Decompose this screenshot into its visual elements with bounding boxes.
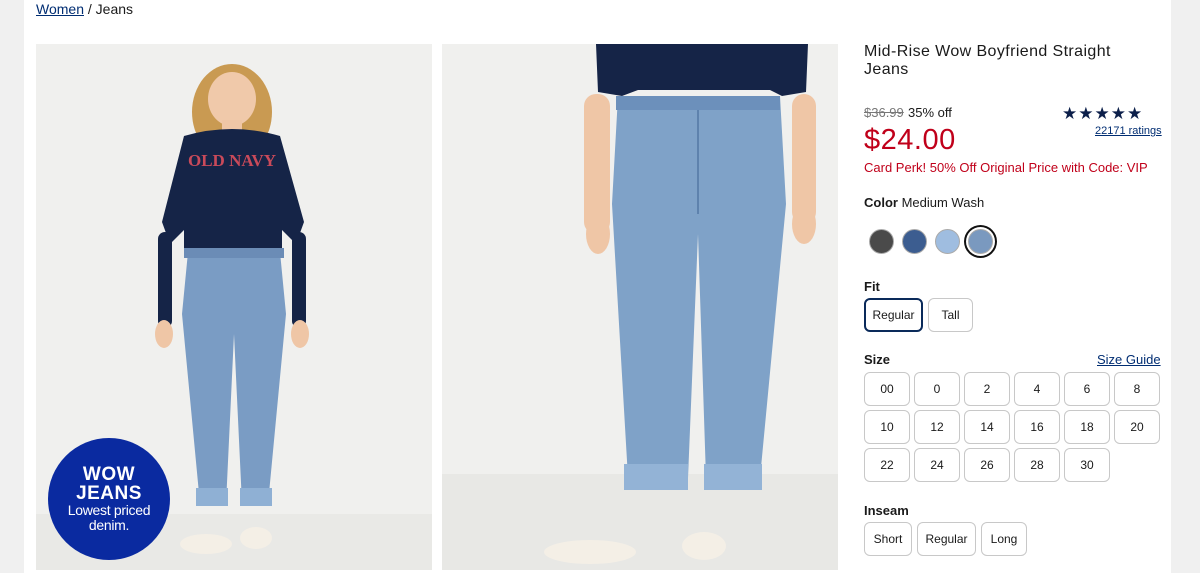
card-perk-message: Card Perk! 50% Off Original Price with C… bbox=[864, 160, 1148, 175]
size-button-2[interactable]: 2 bbox=[964, 372, 1010, 406]
inseam-long-button[interactable]: Long bbox=[981, 522, 1027, 556]
breadcrumb-separator: / bbox=[87, 1, 92, 17]
product-image-front[interactable]: OLD NAVY WOW JEANS Lowest priced denim. bbox=[36, 44, 432, 570]
size-button-10[interactable]: 10 bbox=[864, 410, 910, 444]
fit-regular-button[interactable]: Regular bbox=[864, 298, 923, 332]
product-page: Women / Jeans OLD NAVY WOW JEANS Lowest … bbox=[24, 0, 1171, 573]
product-image-closeup[interactable] bbox=[442, 44, 838, 570]
size-button-20[interactable]: 20 bbox=[1114, 410, 1160, 444]
color-selected-value: Medium Wash bbox=[901, 195, 985, 210]
size-button-24[interactable]: 24 bbox=[914, 448, 960, 482]
fit-tall-button[interactable]: Tall bbox=[928, 298, 973, 332]
sale-price: $24.00 bbox=[864, 124, 956, 156]
size-button-4[interactable]: 4 bbox=[1014, 372, 1060, 406]
breadcrumb-women-link[interactable]: Women bbox=[36, 1, 84, 17]
discount-label: 35% off bbox=[908, 105, 952, 120]
size-button-0[interactable]: 0 bbox=[914, 372, 960, 406]
size-button-8[interactable]: 8 bbox=[1114, 372, 1160, 406]
breadcrumb: Women / Jeans bbox=[36, 1, 133, 17]
size-button-16[interactable]: 16 bbox=[1014, 410, 1060, 444]
badge-line2: JEANS bbox=[76, 483, 142, 504]
swatch-light-wash[interactable] bbox=[935, 229, 960, 254]
size-button-26[interactable]: 26 bbox=[964, 448, 1010, 482]
swatch-charcoal[interactable] bbox=[869, 229, 894, 254]
breadcrumb-current: Jeans bbox=[95, 1, 134, 17]
swatch-dark-wash[interactable] bbox=[902, 229, 927, 254]
color-label-text: Color bbox=[864, 195, 898, 210]
swatch-medium-wash-selected[interactable] bbox=[968, 229, 993, 254]
inseam-label: Inseam bbox=[864, 503, 909, 518]
fit-label: Fit bbox=[864, 279, 880, 294]
product-title: Mid-Rise Wow Boyfriend Straight Jeans bbox=[864, 43, 1111, 78]
size-button-14[interactable]: 14 bbox=[964, 410, 1010, 444]
size-button-22[interactable]: 22 bbox=[864, 448, 910, 482]
badge-line4: denim. bbox=[88, 517, 130, 533]
jeans-closeup-illustration bbox=[442, 44, 838, 570]
size-guide-link[interactable]: Size Guide bbox=[1097, 352, 1161, 367]
svg-text:OLD NAVY: OLD NAVY bbox=[188, 151, 276, 170]
size-button-28[interactable]: 28 bbox=[1014, 448, 1060, 482]
size-button-18[interactable]: 18 bbox=[1064, 410, 1110, 444]
size-label: Size bbox=[864, 352, 891, 367]
original-price: $36.99 bbox=[864, 105, 904, 120]
wow-jeans-badge: WOW JEANS Lowest priced denim. bbox=[48, 438, 170, 560]
size-button-6[interactable]: 6 bbox=[1064, 372, 1110, 406]
ratings-link[interactable]: 22171 ratings bbox=[1095, 125, 1162, 137]
badge-line1: WOW bbox=[82, 464, 136, 485]
badge-line3: Lowest priced bbox=[67, 502, 151, 518]
size-button-12[interactable]: 12 bbox=[914, 410, 960, 444]
star-rating-icon: ★★★★★ bbox=[1062, 104, 1144, 123]
color-label: Color Medium Wash bbox=[864, 195, 984, 210]
inseam-regular-button[interactable]: Regular bbox=[917, 522, 976, 556]
inseam-short-button[interactable]: Short bbox=[864, 522, 912, 556]
size-button-00[interactable]: 00 bbox=[864, 372, 910, 406]
size-button-30[interactable]: 30 bbox=[1064, 448, 1110, 482]
